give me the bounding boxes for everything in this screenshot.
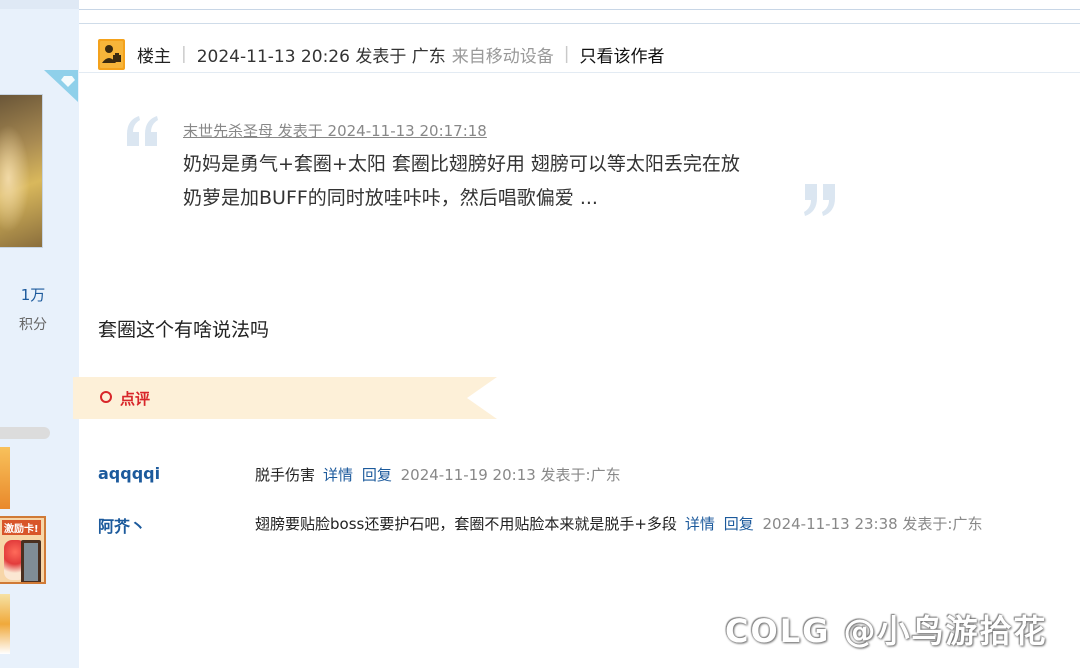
comment-text: 脱手伤害 [255,466,316,484]
incentive-card-badge[interactable]: 激励卡! [0,516,46,584]
points-value[interactable]: 1万 [0,284,66,305]
diamond-badge-icon [44,70,78,102]
comment-timestamp: 2024-11-19 20:13 发表于:广东 [400,466,621,484]
only-author-link[interactable]: 只看该作者 [579,42,664,67]
comment-reply-link[interactable]: 回复 [724,515,754,533]
quote-close-icon [804,184,835,216]
header-separator: | [181,44,187,64]
comment-timestamp: 2024-11-13 23:38 发表于:广东 [762,515,983,533]
card-badge-title: 激励卡! [2,520,41,535]
comment-section-label: 点评 [120,390,151,408]
comment-detail-link[interactable]: 详情 [323,466,353,484]
quote-open-icon [127,116,158,146]
sidebar-scrollbar[interactable] [0,427,50,439]
comment-body: 翅膀要贴脸boss还要护石吧，套圈不用贴脸本来就是脱手+多段 详情 回复 2024… [255,513,983,534]
site-watermark: COLG @小鸟游拾花 [725,612,1048,650]
quote-text-line: 奶妈是勇气+套圈+太阳 套圈比翅膀好用 翅膀可以等太阳丢完在放 [183,153,740,175]
medal-badge[interactable] [0,447,10,509]
comment-body: 脱手伤害 详情 回复 2024-11-19 20:13 发表于:广东 [255,464,621,485]
quote-text-line: 奶萝是加BUFF的同时放哇咔咔，然后唱歌偏爱 ... [183,187,598,209]
post-content: 套圈这个有啥说法吗 [98,319,270,341]
thread-owner-icon [98,38,125,70]
avatar-image [0,95,42,247]
sidebar-top-band [0,0,79,9]
header-separator: | [563,44,570,64]
post-timestamp: 2024-11-13 20:26 发表于 广东 [196,46,446,67]
comment-circle-icon [100,391,112,403]
comment-username[interactable]: 阿芥丶 [98,513,146,537]
quote-author-link[interactable]: 末世先杀圣母 发表于 2024-11-13 20:17:18 [183,120,487,141]
medal-badge[interactable] [0,594,10,654]
header-bottom-divider [79,72,1080,73]
thread-owner-label: 楼主 [137,46,171,67]
header-divider [79,23,1080,24]
post-header: 楼主 | 2024-11-13 20:26 发表于 广东 来自移动设备 | 只看… [98,38,664,70]
user-avatar[interactable] [0,94,43,248]
comment-username[interactable]: aqqqqi [98,464,160,483]
comment-reply-link[interactable]: 回复 [362,466,392,484]
author-sidebar: 1万 积分 激励卡! [0,0,79,668]
comment-detail-link[interactable]: 详情 [685,515,715,533]
post-source: 来自移动设备 [451,46,554,67]
points-label: 积分 [19,317,47,333]
comment-text: 翅膀要贴脸boss还要护石吧，套圈不用贴脸本来就是脱手+多段 [255,515,677,533]
card-symbol-icon [21,540,41,582]
top-divider [79,9,1080,10]
